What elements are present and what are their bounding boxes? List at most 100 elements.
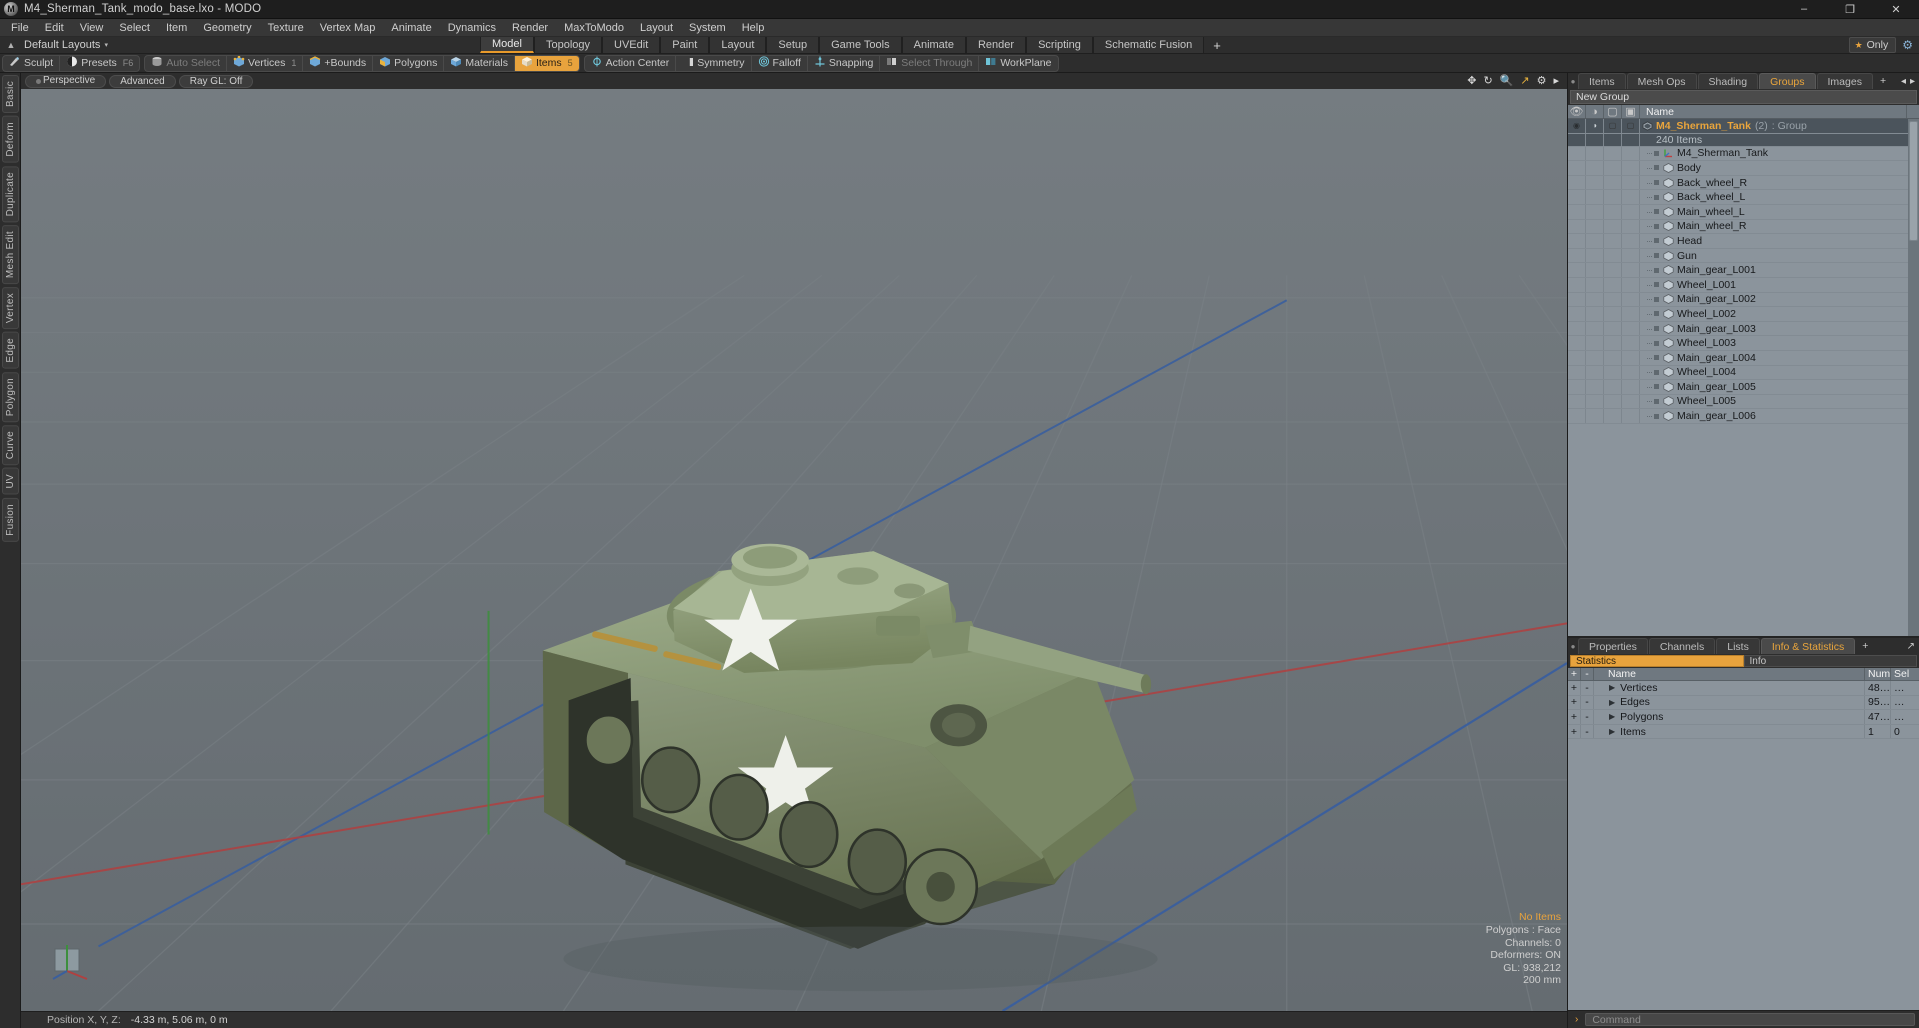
stat-add-button[interactable]: + xyxy=(1568,695,1581,710)
bottom-tab-info-statistics[interactable]: Info & Statistics xyxy=(1760,638,1856,654)
menu-item-file[interactable]: File xyxy=(3,19,37,37)
stat-remove-button[interactable]: - xyxy=(1581,695,1594,710)
item-col-toggle[interactable] xyxy=(1586,175,1604,190)
item-col-toggle[interactable] xyxy=(1568,190,1586,204)
item-col-toggle[interactable] xyxy=(1604,219,1622,234)
item-col-toggle[interactable] xyxy=(1622,133,1640,146)
tree-node-icon[interactable] xyxy=(1654,296,1659,302)
viewport-mode-perspective[interactable]: Perspective xyxy=(25,74,107,88)
item-col-toggle[interactable]: ◉ xyxy=(1568,119,1586,133)
panel-tab-images[interactable]: Images xyxy=(1816,73,1873,89)
tree-node-icon[interactable] xyxy=(1654,194,1659,200)
layout-tab-setup[interactable]: Setup xyxy=(766,37,820,53)
item-col-toggle[interactable] xyxy=(1622,190,1640,204)
item-col-toggle[interactable] xyxy=(1622,175,1640,190)
tree-node-icon[interactable] xyxy=(1654,340,1659,346)
item-col-toggle[interactable] xyxy=(1622,263,1640,277)
item-col-toggle[interactable] xyxy=(1604,307,1622,321)
item-col-toggle[interactable] xyxy=(1622,336,1640,350)
item-row[interactable]: ··· Wheel_L004 xyxy=(1568,365,1919,381)
item-col-toggle[interactable] xyxy=(1604,248,1622,263)
tree-node-icon[interactable] xyxy=(1654,238,1659,244)
tree-node-icon[interactable] xyxy=(1654,253,1659,259)
item-col-toggle[interactable] xyxy=(1586,277,1604,292)
item-row[interactable]: ··· Head xyxy=(1568,234,1919,249)
side-tab-edge[interactable]: Edge xyxy=(1,332,19,369)
item-col-toggle[interactable] xyxy=(1586,146,1604,161)
bottom-tab-channels[interactable]: Channels xyxy=(1648,638,1716,654)
gear-icon[interactable]: ⚙ xyxy=(1902,38,1913,52)
item-col-toggle[interactable] xyxy=(1622,161,1640,175)
add-layout-tab-button[interactable]: + xyxy=(1204,37,1230,53)
only-toggle-button[interactable]: ★ Only xyxy=(1848,37,1897,53)
item-row[interactable]: ··· Main_gear_L001 xyxy=(1568,263,1919,278)
menu-item-dynamics[interactable]: Dynamics xyxy=(440,19,504,37)
item-col-toggle[interactable] xyxy=(1604,321,1622,336)
item-row[interactable]: ··· Gun xyxy=(1568,248,1919,264)
item-col-toggle[interactable] xyxy=(1568,365,1586,380)
item-row[interactable]: ··· Main_gear_L006 xyxy=(1568,409,1919,424)
item-col-toggle[interactable] xyxy=(1622,146,1640,161)
maximize-button[interactable]: ❐ xyxy=(1827,0,1873,19)
item-col-toggle[interactable] xyxy=(1604,204,1622,219)
item-col-toggle[interactable]: ▢ xyxy=(1604,119,1622,133)
side-tab-curve[interactable]: Curve xyxy=(1,425,19,466)
item-row[interactable]: ··· Wheel_L003 xyxy=(1568,336,1919,351)
panel-tab-items[interactable]: Items xyxy=(1578,73,1626,89)
minimize-button[interactable]: – xyxy=(1781,0,1827,19)
subtab-statistics[interactable]: Statistics xyxy=(1570,655,1744,667)
toolbar-button-falloff[interactable]: Falloff xyxy=(752,55,808,71)
layout-tab-animate[interactable]: Animate xyxy=(901,37,966,53)
axis-gizmo[interactable] xyxy=(51,941,91,981)
new-group-button[interactable]: New Group xyxy=(1570,90,1917,104)
layout-tab-topology[interactable]: Topology xyxy=(533,37,603,53)
menu-item-geometry[interactable]: Geometry xyxy=(195,19,259,37)
toolbar-button-sculpt[interactable]: Sculpt xyxy=(3,55,61,71)
menu-item-item[interactable]: Item xyxy=(158,19,195,37)
item-col-toggle[interactable] xyxy=(1622,394,1640,409)
item-col-toggle[interactable] xyxy=(1622,204,1640,219)
expand-triangle-icon[interactable]: ▶ xyxy=(1609,727,1615,736)
item-row[interactable]: ··· Main_gear_L005 xyxy=(1568,380,1919,395)
layout-tab-game-tools[interactable]: Game Tools xyxy=(819,37,902,53)
item-col-toggle[interactable] xyxy=(1568,133,1586,146)
item-col-toggle[interactable] xyxy=(1604,292,1622,307)
item-col-toggle[interactable] xyxy=(1622,307,1640,321)
close-button[interactable]: ✕ xyxy=(1873,0,1919,19)
item-col-toggle[interactable] xyxy=(1604,409,1622,423)
item-row[interactable]: ··· Wheel_L001 xyxy=(1568,277,1919,293)
viewport-raygl-button[interactable]: Ray GL: Off xyxy=(178,74,254,88)
gear-icon[interactable]: ⚙ xyxy=(1537,75,1547,87)
item-col-toggle[interactable] xyxy=(1604,277,1622,292)
menu-item-help[interactable]: Help xyxy=(734,19,773,37)
expand-icon[interactable]: ↗ xyxy=(1907,641,1915,652)
menu-item-vertex-map[interactable]: Vertex Map xyxy=(312,19,384,37)
layout-tab-render[interactable]: Render xyxy=(965,37,1027,53)
bottom-tab-lists[interactable]: Lists xyxy=(1716,638,1760,654)
item-row[interactable]: ··· Wheel_L002 xyxy=(1568,307,1919,322)
statistics-row[interactable]: + - ▶ Vertices 48…… xyxy=(1568,681,1919,696)
item-col-toggle[interactable] xyxy=(1586,365,1604,380)
item-col-toggle[interactable] xyxy=(1568,204,1586,219)
item-col-toggle[interactable] xyxy=(1568,248,1586,263)
item-col-toggle[interactable] xyxy=(1586,219,1604,234)
item-list[interactable]: ◉ ◑ ▢ ▢ M4_Sherman_Tank (2): Group 240 Items ··… xyxy=(1568,119,1919,636)
item-col-toggle[interactable] xyxy=(1604,336,1622,350)
item-row[interactable]: ··· Main_gear_L004 xyxy=(1568,350,1919,366)
bottom-panel-menu-icon[interactable]: ● xyxy=(1568,638,1578,654)
eye-icon[interactable]: 👁 xyxy=(1568,105,1586,118)
item-col-toggle[interactable] xyxy=(1586,248,1604,263)
item-col-toggle[interactable] xyxy=(1586,161,1604,175)
shade-cube-icon[interactable]: ▣ xyxy=(1622,105,1640,118)
item-col-toggle[interactable] xyxy=(1586,263,1604,277)
stat-remove-button[interactable]: - xyxy=(1581,681,1594,695)
panel-tab-mesh-ops[interactable]: Mesh Ops xyxy=(1626,73,1697,89)
rotate-icon[interactable]: ↻ xyxy=(1483,75,1492,87)
menu-item-maxtomodo[interactable]: MaxToModo xyxy=(556,19,632,37)
tree-node-icon[interactable] xyxy=(1654,355,1659,361)
item-col-toggle[interactable] xyxy=(1586,234,1604,248)
item-col-toggle[interactable] xyxy=(1568,409,1586,423)
toolbar-button-action-center[interactable]: Action Center xyxy=(585,55,677,71)
item-col-toggle[interactable] xyxy=(1604,190,1622,204)
item-row[interactable]: ··· Back_wheel_L xyxy=(1568,190,1919,205)
